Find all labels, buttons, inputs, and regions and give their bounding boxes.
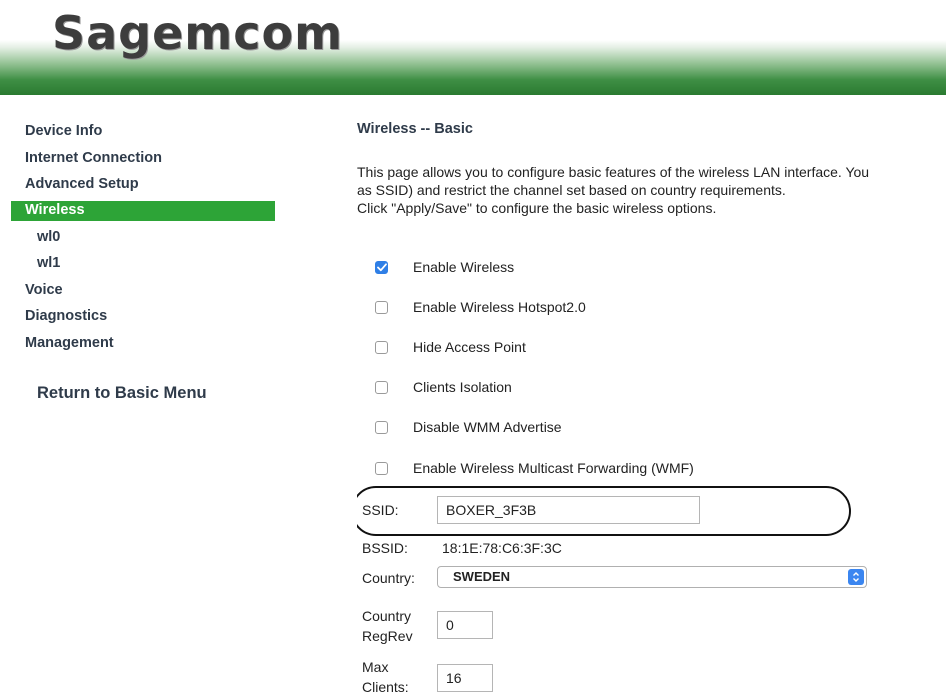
enable-hotspot-label: Enable Wireless Hotspot2.0 [413,299,586,315]
bssid-label: BSSID: [362,540,408,556]
sidebar-item-voice[interactable]: Voice [0,277,290,304]
brand-logo: Sagemcom [52,6,344,60]
main-content: Wireless -- Basic This page allows you t… [357,0,946,695]
option-enable-hotspot: Enable Wireless Hotspot2.0 [375,296,586,318]
description-line: This page allows you to configure basic … [357,164,870,180]
sidebar-item-advanced-setup[interactable]: Advanced Setup [0,171,290,198]
option-enable-wmf: Enable Wireless Multicast Forwarding (WM… [375,457,694,479]
hide-access-point-checkbox[interactable] [375,340,388,354]
sidebar-item-wl1[interactable]: wl1 [0,250,290,277]
return-to-basic-menu-link[interactable]: Return to Basic Menu [37,384,207,403]
checkmark-icon [376,262,387,271]
clients-isolation-label: Clients Isolation [413,379,512,395]
sidebar-item-wl0[interactable]: wl0 [0,224,290,251]
option-hide-access-point: Hide Access Point [375,336,526,358]
enable-wireless-checkbox[interactable] [375,260,388,274]
description-line: Click "Apply/Save" to configure the basi… [357,200,717,216]
sidebar-item-diagnostics[interactable]: Diagnostics [0,303,290,330]
enable-hotspot-checkbox[interactable] [375,300,388,314]
sidebar-item-wireless[interactable]: Wireless [11,200,275,221]
option-disable-wmm: Disable WMM Advertise [375,416,562,438]
max-clients-label: Max Clients: [362,657,409,695]
sidebar-nav: Device Info Internet Connection Advanced… [0,118,290,402]
disable-wmm-label: Disable WMM Advertise [413,419,562,435]
max-clients-label-line1: Max [362,659,389,675]
page-title: Wireless -- Basic [357,121,473,137]
enable-wireless-label: Enable Wireless [413,259,515,275]
option-clients-isolation: Clients Isolation [375,376,512,398]
ssid-input[interactable] [437,496,700,524]
country-regrev-label-line2: RegRev [362,628,413,644]
enable-wmf-checkbox[interactable] [375,461,388,475]
ssid-label: SSID: [362,502,399,518]
description-line: as SSID) and restrict the channel set ba… [357,182,786,198]
sidebar-item-device-info[interactable]: Device Info [0,118,290,145]
bssid-value: 18:1E:78:C6:3F:3C [442,540,562,556]
page-description: This page allows you to configure basic … [357,163,946,217]
select-arrows-icon [848,569,864,585]
hide-access-point-label: Hide Access Point [413,339,526,355]
clients-isolation-checkbox[interactable] [375,380,388,394]
country-regrev-label: Country RegRev [362,606,413,646]
country-regrev-input[interactable] [437,611,493,639]
max-clients-input[interactable] [437,664,493,692]
sidebar-item-internet-connection[interactable]: Internet Connection [0,145,290,172]
sidebar-item-management[interactable]: Management [0,330,290,357]
country-selected-value: SWEDEN [453,569,511,584]
disable-wmm-checkbox[interactable] [375,420,388,434]
enable-wmf-label: Enable Wireless Multicast Forwarding (WM… [413,460,694,476]
country-label: Country: [362,570,415,586]
max-clients-label-line2: Clients: [362,679,409,695]
country-select[interactable]: SWEDEN [437,566,867,588]
option-enable-wireless: Enable Wireless [375,256,514,278]
country-regrev-label-line1: Country [362,608,412,624]
